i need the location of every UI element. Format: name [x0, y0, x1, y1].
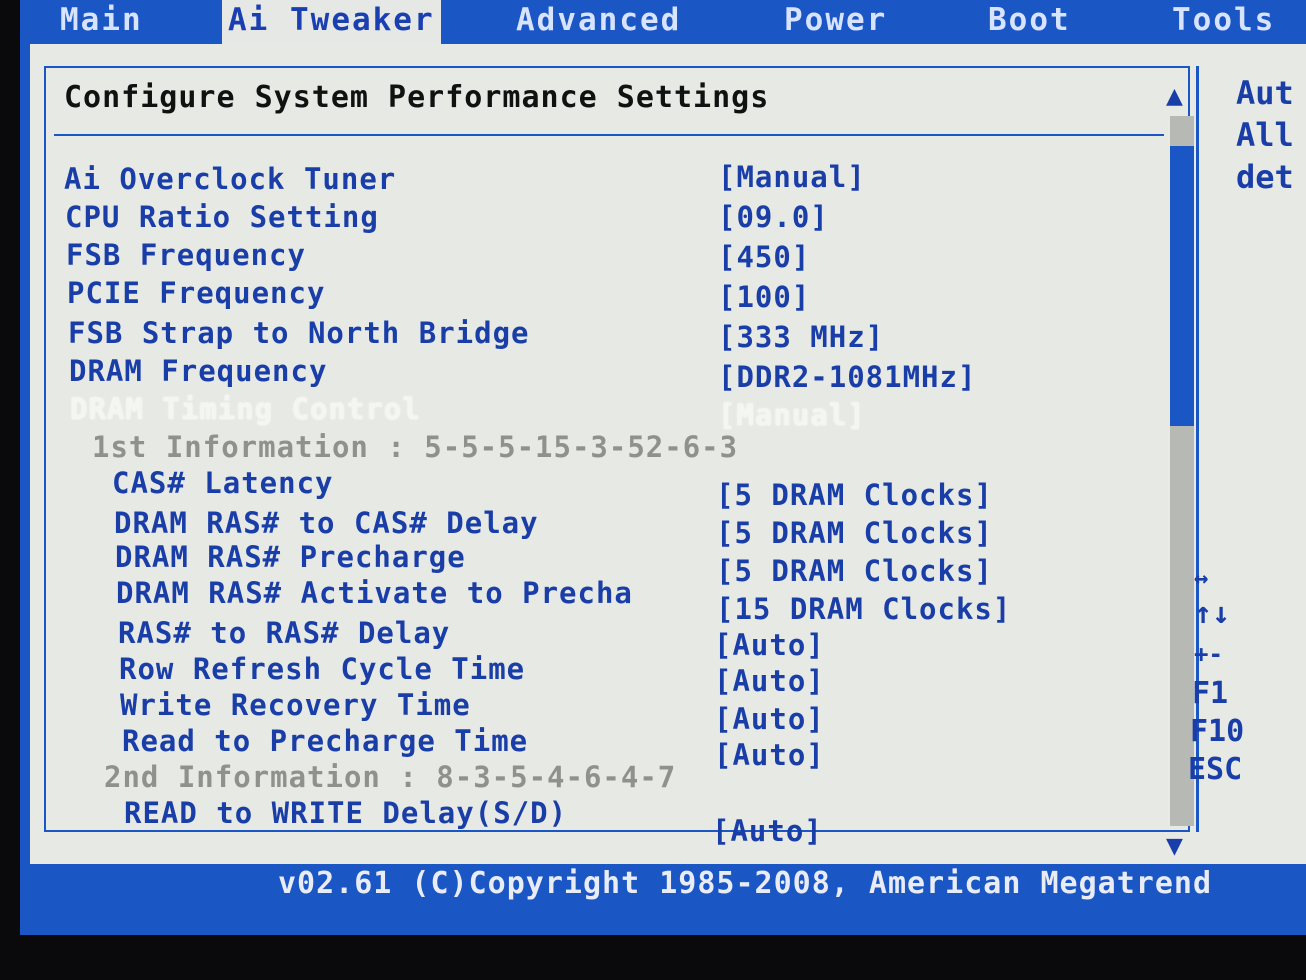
plus-minus-key: +- [1194, 640, 1223, 668]
tab-tools[interactable]: Tools [1172, 0, 1275, 44]
up-down-arrows-icon: ↑↓ [1194, 596, 1231, 631]
setting-value[interactable]: [09.0] [718, 200, 829, 234]
setting-value[interactable]: [Auto] [712, 814, 823, 848]
setting-value[interactable]: [Auto] [714, 702, 825, 736]
menu-bar: Main Ai Tweaker Advanced Power Boot Tool… [20, 0, 1306, 44]
tab-boot[interactable]: Boot [988, 0, 1071, 44]
tab-ai-tweaker[interactable]: Ai Tweaker [222, 0, 441, 44]
help-text-line: Aut [1236, 74, 1294, 112]
footer-copyright: v02.61 (C)Copyright 1985-2008, American … [278, 866, 1213, 901]
f10-key: F10 [1190, 714, 1245, 749]
tab-main[interactable]: Main [60, 0, 143, 44]
setting-label[interactable]: FSB Strap to North Bridge [68, 316, 530, 350]
setting-value[interactable]: [Auto] [714, 664, 825, 698]
esc-key: ESC [1188, 752, 1243, 787]
setting-label[interactable]: DRAM RAS# Activate to Precha [116, 576, 633, 610]
setting-label[interactable]: Ai Overclock Tuner [64, 162, 396, 196]
setting-value[interactable]: [333 MHz] [718, 320, 884, 354]
info-line: 1st Information : 5-5-5-15-3-52-6-3 [92, 430, 739, 464]
setting-value[interactable]: [5 DRAM Clocks] [716, 516, 993, 550]
setting-label[interactable]: READ to WRITE Delay(S/D) [124, 796, 567, 830]
f1-key: F1 [1192, 676, 1229, 711]
setting-value[interactable]: [Manual] [718, 160, 866, 194]
setting-value[interactable]: [450] [718, 240, 810, 274]
setting-label[interactable]: PCIE Frequency [67, 276, 325, 310]
page-title: Configure System Performance Settings [64, 80, 770, 115]
tab-power[interactable]: Power [784, 0, 887, 44]
setting-value[interactable]: [5 DRAM Clocks] [716, 554, 993, 588]
setting-label[interactable]: CAS# Latency [112, 466, 334, 500]
bios-screen: Main Ai Tweaker Advanced Power Boot Tool… [20, 0, 1306, 935]
scroll-down-arrow-icon[interactable]: ▼ [1166, 834, 1183, 859]
tab-advanced[interactable]: Advanced [516, 0, 681, 44]
left-right-arrows-icon: ↔ [1194, 564, 1209, 592]
setting-label[interactable]: DRAM RAS# Precharge [115, 540, 466, 574]
info-line: 2nd Information : 8-3-5-4-6-4-7 [104, 760, 677, 794]
settings-panel: Configure System Performance Settings Ai… [30, 44, 1306, 864]
setting-value[interactable]: [Auto] [714, 738, 825, 772]
help-text-line: det [1236, 158, 1294, 196]
setting-value[interactable]: [100] [718, 280, 810, 314]
setting-label-selected[interactable]: DRAM Timing Control [70, 392, 421, 426]
setting-label[interactable]: Read to Precharge Time [122, 724, 528, 758]
setting-label[interactable]: Row Refresh Cycle Time [119, 652, 525, 686]
setting-value[interactable]: [5 DRAM Clocks] [716, 478, 993, 512]
title-divider [54, 134, 1164, 136]
setting-label[interactable]: DRAM Frequency [69, 354, 327, 388]
setting-label[interactable]: Write Recovery Time [120, 688, 471, 722]
setting-value-selected[interactable]: [Manual] [718, 398, 866, 432]
setting-value[interactable]: [15 DRAM Clocks] [716, 592, 1011, 626]
setting-label[interactable]: DRAM RAS# to CAS# Delay [114, 506, 539, 540]
setting-label[interactable]: FSB Frequency [66, 238, 306, 272]
setting-value[interactable]: [DDR2-1081MHz] [718, 360, 976, 394]
setting-value[interactable]: [Auto] [714, 628, 825, 662]
setting-label[interactable]: RAS# to RAS# Delay [118, 616, 450, 650]
scroll-up-arrow-icon[interactable]: ▲ [1166, 84, 1183, 109]
help-text-line: All [1236, 116, 1294, 154]
setting-label[interactable]: CPU Ratio Setting [65, 200, 379, 234]
scrollbar-thumb[interactable] [1170, 146, 1194, 426]
